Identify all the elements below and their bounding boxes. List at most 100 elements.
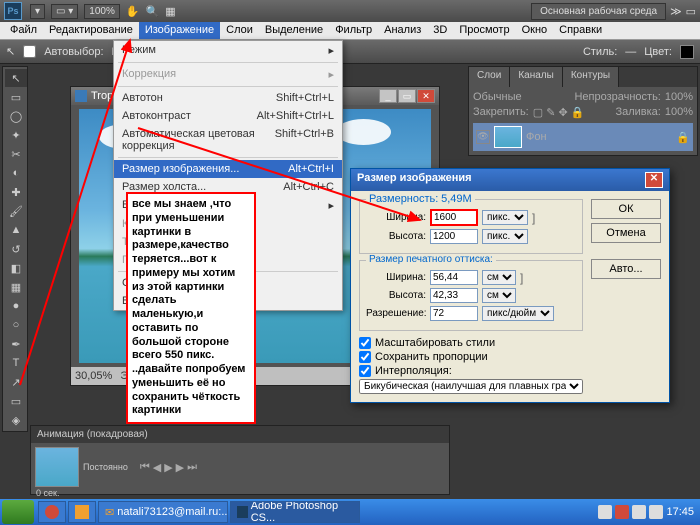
dd-adjustments[interactable]: Коррекция▸ [114,65,342,84]
tray-icon[interactable] [598,505,612,519]
shape-tool[interactable]: ▭ [5,392,27,410]
cancel-button[interactable]: Отмена [591,223,661,243]
fill-value[interactable]: 100% [665,106,693,119]
print-height-input[interactable] [430,288,478,303]
move-tool[interactable]: ↖ [5,69,27,87]
last-frame-icon[interactable]: ⏭ [187,461,197,474]
opacity-value[interactable]: 100% [665,91,693,103]
menu-filter[interactable]: Фильтр [329,22,378,39]
anim-frame[interactable]: 0 сек. [35,447,79,487]
layer-thumbnail[interactable] [494,126,522,148]
visibility-icon[interactable]: 👁 [476,130,490,144]
dd-autocolor[interactable]: Автоматическая цветовая коррекцияShift+C… [114,125,342,155]
tray-icon[interactable] [615,505,629,519]
clock[interactable]: 17:45 [666,506,694,518]
dd-image-size[interactable]: Размер изображения...Alt+Ctrl+I [114,160,342,178]
arrange-icon[interactable]: ▦ [165,5,175,18]
path-tool[interactable]: ↗ [5,373,27,391]
print-height-unit[interactable]: см [482,288,516,303]
dodge-tool[interactable]: ○ [5,316,27,334]
menu-window[interactable]: Окно [516,22,554,39]
constrain-link-icon[interactable]: ] [532,211,546,225]
lasso-tool[interactable]: ◯ [5,107,27,125]
collapse-icon[interactable]: ≫ [670,5,682,18]
height-input[interactable] [430,229,478,244]
marquee-tool[interactable]: ▭ [5,88,27,106]
eraser-tool[interactable]: ◧ [5,259,27,277]
scale-styles-check[interactable] [359,337,371,349]
start-button[interactable] [2,500,34,524]
play-icon[interactable]: ▶ [164,461,172,474]
resample-method[interactable]: Бикубическая (наилучшая для плавных град… [359,379,583,394]
next-frame-icon[interactable]: ▶ [176,461,184,474]
resolution-input[interactable] [430,306,478,321]
ok-button[interactable]: ОК [591,199,661,219]
task-item[interactable] [68,501,96,523]
auto-select-check[interactable] [23,45,36,58]
width-input[interactable] [430,209,478,226]
system-tray[interactable]: 17:45 [598,505,698,519]
width-unit[interactable]: пикс. [482,210,528,225]
type-tool[interactable]: T [5,354,27,372]
height-unit[interactable]: пикс. [482,229,528,244]
blend-mode-select[interactable]: Обычные [473,91,522,103]
dialog-titlebar[interactable]: Размер изображения ✕ [351,169,669,191]
color-swatch[interactable] [680,45,694,59]
menu-select[interactable]: Выделение [259,22,329,39]
layer-name[interactable]: Фон [526,131,547,143]
tab-paths[interactable]: Контуры [563,67,619,87]
menu-file[interactable]: Файл [4,22,43,39]
stamp-tool[interactable]: ▲ [5,221,27,239]
menu-analysis[interactable]: Анализ [378,22,427,39]
tray-icon[interactable] [649,505,663,519]
healing-tool[interactable]: ✚ [5,183,27,201]
tray-icon[interactable] [632,505,646,519]
layer-row[interactable]: 👁 Фон 🔒 [473,123,693,151]
loop-selector[interactable]: Постоянно [83,462,128,472]
first-frame-icon[interactable]: ⏮ [140,461,150,474]
launch-menu[interactable]: ▾ [30,4,45,19]
tab-channels[interactable]: Каналы [510,67,563,87]
dd-mode[interactable]: Режим▸ [114,41,342,60]
menu-edit[interactable]: Редактирование [43,22,139,39]
auto-button[interactable]: Авто... [591,259,661,279]
menu-help[interactable]: Справки [553,22,608,39]
gradient-tool[interactable]: ▦ [5,278,27,296]
task-item-photoshop[interactable]: Adobe Photoshop CS... [230,501,360,523]
tab-layers[interactable]: Слои [469,67,510,87]
wand-tool[interactable]: ✦ [5,126,27,144]
menu-3d[interactable]: 3D [427,22,453,39]
task-item[interactable]: ✉natali73123@mail.ru:... [98,501,228,523]
print-width-unit[interactable]: см [482,270,516,285]
crop-tool[interactable]: ✂ [5,145,27,163]
zoom-level[interactable]: 100% [84,4,120,19]
pen-tool[interactable]: ✒ [5,335,27,353]
brush-tool[interactable]: 🖌 [5,202,27,220]
doc-max-icon[interactable]: ▭ [398,89,416,103]
move-tool-icon[interactable]: ↖ [6,45,15,58]
frame-time[interactable]: 0 сек. [36,488,59,498]
history-brush-tool[interactable]: ↺ [5,240,27,258]
zoom-icon[interactable]: 🔍 [146,5,160,18]
dd-autotone[interactable]: АвтотонShift+Ctrl+L [114,89,342,107]
resample-check[interactable] [359,365,371,377]
style-select[interactable]: — [625,46,636,58]
doc-zoom[interactable]: 30,05% [75,370,112,382]
screen-mode[interactable]: ▭ ▾ [51,4,78,19]
minimize-icon[interactable]: ▭ [686,5,696,18]
dialog-close-icon[interactable]: ✕ [645,172,663,188]
constrain-check[interactable] [359,351,371,363]
blur-tool[interactable]: ● [5,297,27,315]
prev-frame-icon[interactable]: ◀ [153,461,161,474]
task-item[interactable] [38,501,66,523]
doc-min-icon[interactable]: _ [379,89,397,103]
print-width-input[interactable] [430,270,478,285]
print-link-icon[interactable]: ] [520,271,534,285]
menu-layers[interactable]: Слои [220,22,259,39]
dd-autocontrast[interactable]: АвтоконтрастAlt+Shift+Ctrl+L [114,107,342,125]
menu-view[interactable]: Просмотр [453,22,515,39]
doc-close-icon[interactable]: ✕ [417,89,435,103]
hand-icon[interactable]: ✋ [126,5,140,18]
menu-image[interactable]: Изображение [139,22,220,39]
3d-tool[interactable]: ◈ [5,411,27,429]
